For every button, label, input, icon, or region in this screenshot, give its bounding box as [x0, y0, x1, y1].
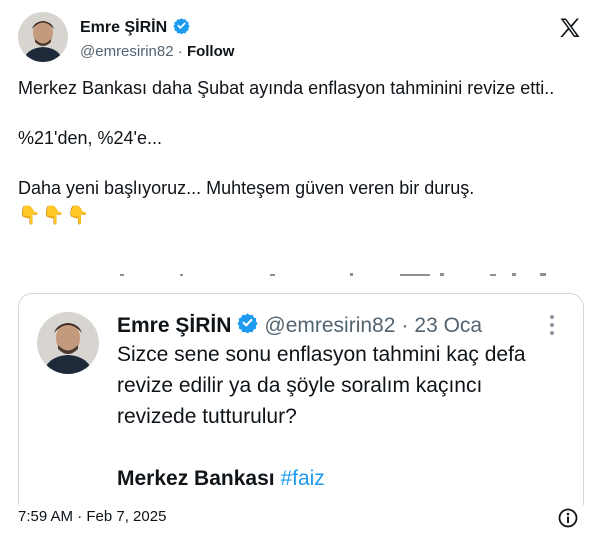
- tweet-text: Merkez Bankası daha Şubat ayında enflasy…: [18, 76, 578, 228]
- handle-row: @emresirin82 · Follow: [80, 43, 234, 60]
- quoted-tweet-footer: Merkez Bankası #faiz: [117, 463, 557, 494]
- tweet-footer: 7:59 AM · Feb 7, 2025: [18, 508, 584, 530]
- author-name-row[interactable]: Emre ŞİRİN: [80, 17, 190, 39]
- tweet-header: Emre ŞİRİN @emresirin82 · Follow: [18, 12, 588, 64]
- quoted-tweet-footer-text: Merkez Bankası: [117, 467, 275, 490]
- more-options-icon[interactable]: [549, 314, 555, 336]
- verified-badge-icon: [173, 17, 190, 39]
- author-block: Emre ŞİRİN @emresirin82 · Follow: [80, 17, 234, 60]
- pointing-down-emoji: 👇: [18, 205, 41, 225]
- follow-button[interactable]: Follow: [187, 43, 235, 60]
- emoji-row: 👇 👇 👇: [18, 203, 578, 228]
- pointing-down-emoji: 👇: [42, 205, 65, 225]
- quoted-author-avatar[interactable]: [37, 312, 99, 374]
- quoted-tweet-text: Sizce sene sonu enflasyon tahmini kaç de…: [117, 339, 557, 494]
- quoted-separator: ·: [401, 313, 409, 337]
- quoted-tweet[interactable]: Emre ŞİRİN @emresirin82 · 23 Oca Sizce s…: [18, 293, 584, 505]
- tweet-line: %21'den, %24'e...: [18, 128, 162, 148]
- pointing-down-emoji: 👇: [66, 205, 90, 225]
- tweet-timestamp[interactable]: 7:59 AM · Feb 7, 2025: [18, 508, 166, 525]
- author-name[interactable]: Emre ŞİRİN: [80, 19, 167, 37]
- tweet-line: Daha yeni başlıyoruz... Muhteşem güven v…: [18, 178, 475, 198]
- tweet-line: Merkez Bankası daha Şubat ayında enflasy…: [18, 78, 555, 98]
- handle-separator: ·: [177, 43, 183, 60]
- verified-badge-icon: [237, 312, 259, 339]
- quoted-author-name[interactable]: Emre ŞİRİN: [117, 314, 231, 338]
- quoted-tweet-body: Sizce sene sonu enflasyon tahmini kaç de…: [117, 343, 526, 428]
- author-avatar[interactable]: [18, 12, 68, 62]
- quoted-tweet-date[interactable]: 23 Oca: [414, 314, 482, 338]
- hashtag-link[interactable]: #faiz: [280, 467, 324, 490]
- info-icon[interactable]: [558, 508, 578, 528]
- author-handle[interactable]: @emresirin82: [80, 43, 174, 60]
- x-logo-icon[interactable]: [558, 16, 582, 40]
- quoted-tweet-header: Emre ŞİRİN @emresirin82 · 23 Oca: [117, 312, 482, 339]
- cropped-text-remnant: [120, 266, 550, 276]
- quoted-author-handle[interactable]: @emresirin82: [264, 314, 395, 338]
